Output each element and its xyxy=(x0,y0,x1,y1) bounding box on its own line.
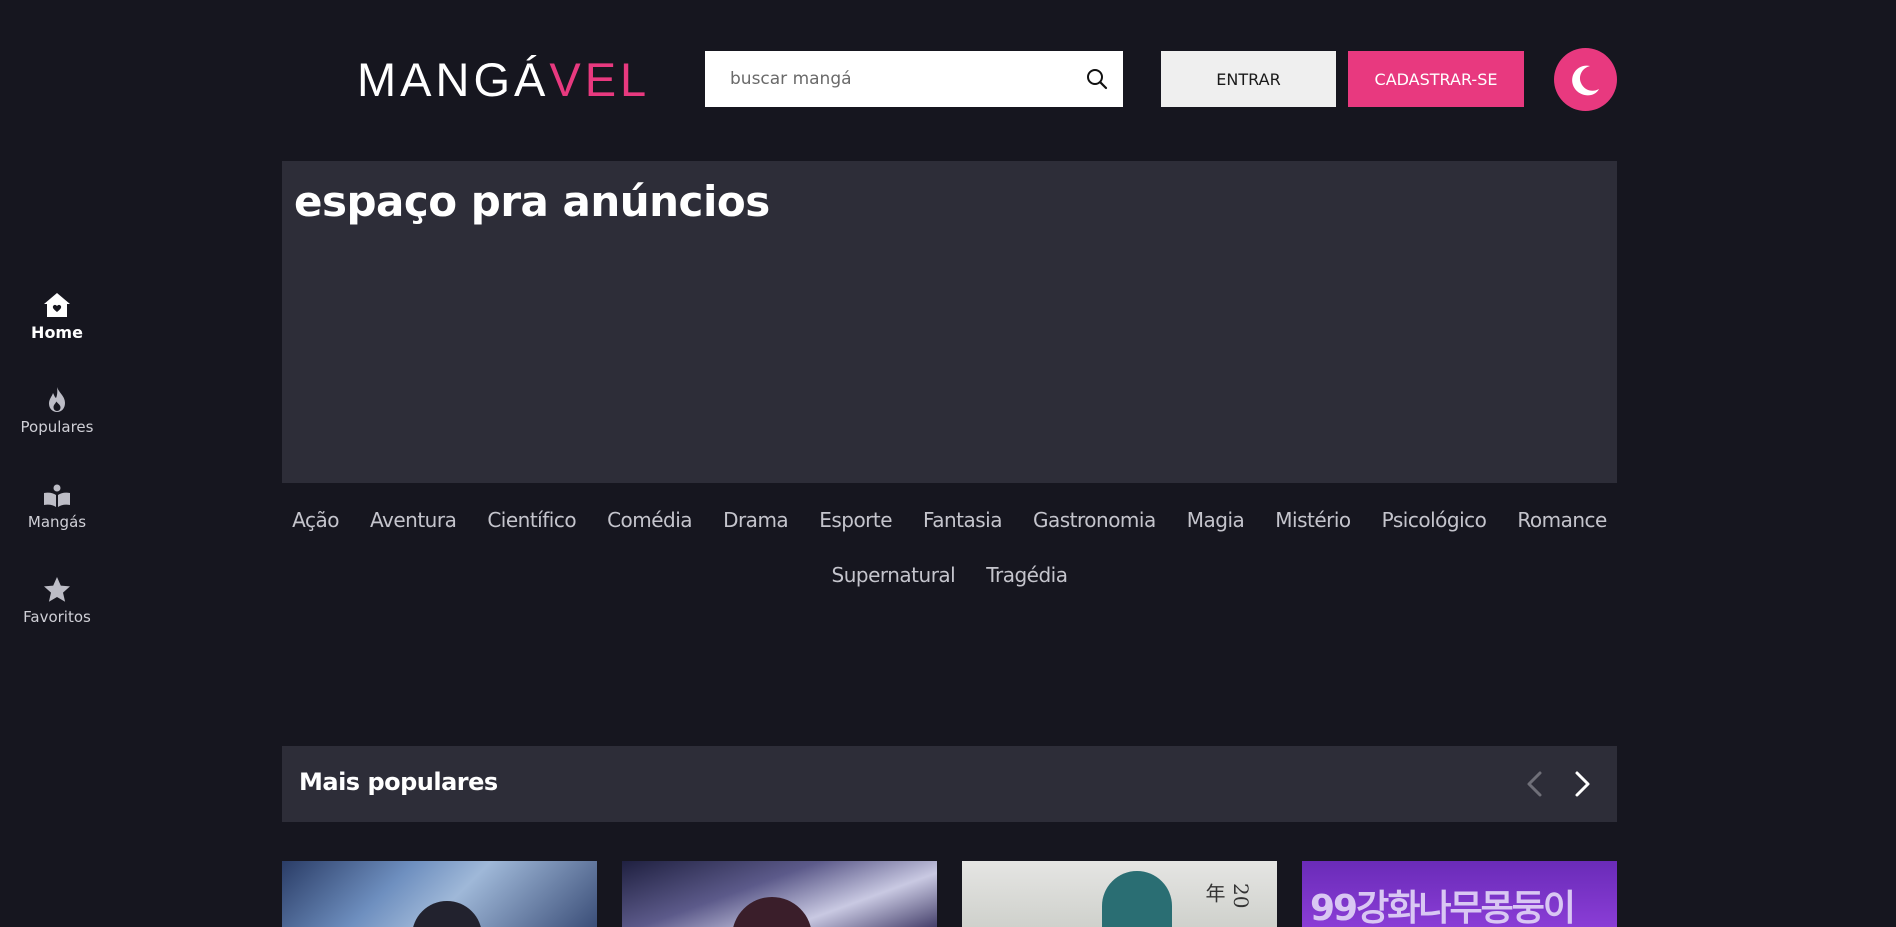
logo-part-2: VEL xyxy=(549,53,651,106)
cover-text: 20年 xyxy=(1202,883,1253,909)
sidebar-item-populares[interactable]: Populares xyxy=(0,385,114,480)
sidebar-item-favoritos[interactable]: Favoritos xyxy=(0,575,114,670)
logo-part-1: MANGÁ xyxy=(357,53,550,106)
page: Home Populares Mangás Favoritos MANGÁVEL… xyxy=(0,0,1896,927)
genre-link[interactable]: Mistério xyxy=(1275,505,1351,535)
popular-header: Mais populares xyxy=(282,746,1617,822)
chevron-right-icon[interactable] xyxy=(1564,766,1600,802)
manga-card[interactable] xyxy=(622,861,937,927)
book-icon xyxy=(44,484,70,507)
chevron-left-icon[interactable] xyxy=(1518,766,1554,802)
moon-icon xyxy=(1571,65,1599,95)
popular-carousel: 20年 99강화나무몽둥이 xyxy=(282,861,1617,927)
sidebar-item-home[interactable]: Home xyxy=(0,290,114,385)
sidebar-item-label: Home xyxy=(31,323,83,342)
genre-link[interactable]: Supernatural xyxy=(832,560,956,590)
search-input[interactable] xyxy=(705,51,1065,107)
genre-link[interactable]: Comédia xyxy=(607,505,693,535)
manga-card[interactable] xyxy=(282,861,597,927)
search-bar xyxy=(705,51,1123,107)
manga-card[interactable]: 99강화나무몽둥이 xyxy=(1302,861,1617,927)
manga-card[interactable]: 20年 xyxy=(962,861,1277,927)
genre-link[interactable]: Ação xyxy=(292,505,339,535)
sidebar: Home Populares Mangás Favoritos xyxy=(0,290,114,670)
genre-link[interactable]: Drama xyxy=(723,505,789,535)
fire-icon xyxy=(49,387,65,412)
popular-title: Mais populares xyxy=(299,768,498,796)
genre-link[interactable]: Esporte xyxy=(819,505,892,535)
genre-link[interactable]: Magia xyxy=(1187,505,1245,535)
cover-text: 99강화나무몽둥이 xyxy=(1310,888,1576,927)
star-icon xyxy=(44,577,70,602)
cover-figure xyxy=(732,897,812,927)
ad-banner: espaço pra anúncios xyxy=(282,161,1617,483)
theme-toggle-button[interactable] xyxy=(1554,48,1617,111)
genre-link[interactable]: Fantasia xyxy=(923,505,1002,535)
genre-link[interactable]: Romance xyxy=(1517,505,1607,535)
sidebar-item-label: Mangás xyxy=(27,513,87,531)
signup-button[interactable]: CADASTRAR-SE xyxy=(1348,51,1524,107)
genre-link[interactable]: Gastronomia xyxy=(1033,505,1156,535)
genre-link[interactable]: Aventura xyxy=(370,505,457,535)
sidebar-item-mangas[interactable]: Mangás xyxy=(0,480,114,575)
genre-link[interactable]: Científico xyxy=(487,505,576,535)
cover-figure xyxy=(1102,871,1172,927)
sidebar-item-label: Favoritos xyxy=(23,608,91,626)
home-icon xyxy=(44,293,70,317)
genre-list: Ação Aventura Científico Comédia Drama E… xyxy=(282,505,1617,590)
cover-figure xyxy=(412,901,482,927)
sidebar-item-label: Populares xyxy=(20,418,94,436)
logo[interactable]: MANGÁVEL xyxy=(357,52,650,107)
search-icon[interactable] xyxy=(1085,67,1109,91)
genre-link[interactable]: Psicológico xyxy=(1382,505,1487,535)
genre-link[interactable]: Tragédia xyxy=(986,560,1068,590)
login-button[interactable]: ENTRAR xyxy=(1161,51,1336,107)
ad-text: espaço pra anúncios xyxy=(294,177,770,226)
